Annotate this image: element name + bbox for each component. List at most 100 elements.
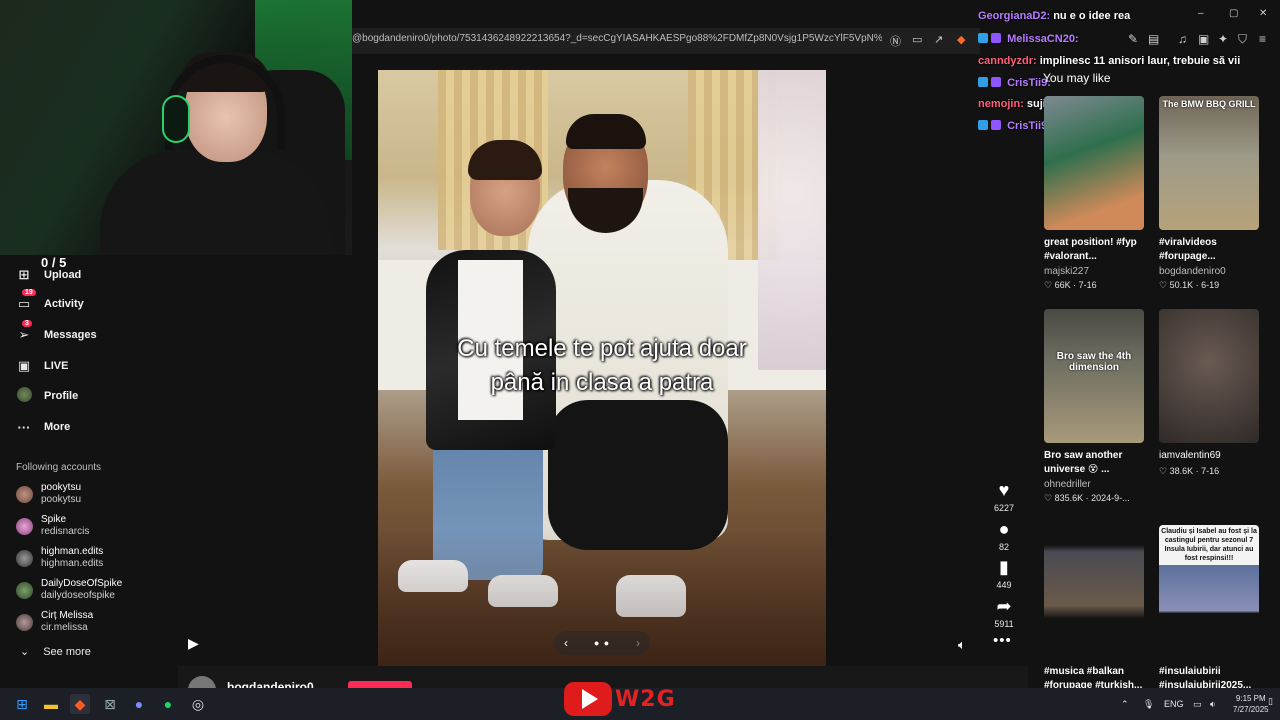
- recommended-video-card[interactable]: The BMW BBQ GRILL #viralvideos #forupage.…: [1159, 96, 1259, 291]
- chat-message: nemojin: suji?: [978, 98, 1053, 110]
- music-icon[interactable]: ♫: [1178, 32, 1187, 46]
- video-thumbnail: [1044, 96, 1144, 230]
- sidebar-item-more[interactable]: ··· More: [16, 416, 71, 438]
- wallet-icon[interactable]: ▣: [1198, 32, 1209, 46]
- obs-icon[interactable]: ◎: [188, 694, 208, 714]
- card-author[interactable]: ohnedriller: [1044, 479, 1144, 490]
- sidebar-item-live[interactable]: ▣ LIVE: [16, 355, 69, 377]
- recommended-video-card[interactable]: #musica #balkan #forupage #turkish...: [1044, 525, 1144, 693]
- sidebar-toggle-icon[interactable]: ▤: [1148, 32, 1159, 46]
- sidebar-item-activity[interactable]: ▭ 19 Activity: [16, 289, 84, 315]
- sidebar-item-label: Messages: [44, 329, 97, 341]
- share-icon[interactable]: ↗: [934, 33, 943, 46]
- brave-browser-icon[interactable]: ◆: [70, 694, 90, 714]
- url-text[interactable]: @bogdandeniro0/photo/7531436248922213654…: [352, 33, 882, 44]
- see-more-button[interactable]: ⌄ See more: [20, 645, 91, 659]
- video-player[interactable]: Cu temele te pot ajuta doar până in clas…: [378, 70, 826, 666]
- share-count: 5911: [994, 619, 1014, 629]
- video-thumbnail: [1044, 525, 1144, 659]
- comment-button[interactable]: ● 82: [988, 519, 1020, 552]
- following-item[interactable]: DailyDoseOfSpike dailydoseofspike: [16, 576, 122, 604]
- like-count: 6227: [993, 503, 1015, 513]
- heart-outline-icon: ♡: [1159, 466, 1168, 476]
- following-item[interactable]: pookytsu pookytsu: [16, 480, 81, 508]
- account-name: Cirț Melissa: [41, 610, 94, 621]
- tray-chevron-icon[interactable]: ⌃: [1121, 699, 1129, 710]
- translate-icon[interactable]: Ⓝ: [890, 33, 901, 49]
- caption-line: până in clasa a patra: [490, 369, 714, 396]
- photo-carousel-nav: ‹ ● ● ›: [554, 631, 650, 655]
- taskbar-clock[interactable]: 9:15 PM 7/27/2025: [1233, 693, 1269, 715]
- extensions-icon[interactable]: ✎: [1128, 32, 1138, 46]
- more-dots-icon: ···: [17, 419, 31, 435]
- discord-icon[interactable]: ●: [129, 694, 149, 714]
- brave-shield-icon[interactable]: ◆: [957, 33, 965, 46]
- sidebar-item-upload[interactable]: ⊞ Upload: [16, 264, 82, 286]
- cast-icon[interactable]: ▭: [912, 33, 922, 46]
- minimize-button[interactable]: –: [1198, 8, 1204, 19]
- card-title: #viralvideos: [1159, 237, 1217, 248]
- recommended-video-card[interactable]: Claudiu și Isabel au fost și la castingu…: [1159, 525, 1259, 693]
- chat-user: GeorgianaD2:: [978, 10, 1051, 22]
- following-item[interactable]: Spike redisnarcis: [16, 512, 89, 540]
- more-options-icon[interactable]: •••: [993, 632, 1012, 649]
- file-explorer-icon[interactable]: ▬: [41, 694, 61, 714]
- network-icon[interactable]: ▭: [1193, 699, 1202, 710]
- chat-user: canndyzdr:: [978, 55, 1037, 67]
- sidebar-item-label: Activity: [44, 298, 84, 310]
- next-photo-button[interactable]: ›: [636, 636, 640, 650]
- card-author[interactable]: majski227: [1044, 266, 1144, 277]
- leo-ai-icon[interactable]: ✦: [1218, 32, 1228, 46]
- volume-icon[interactable]: 🔈︎: [958, 637, 966, 653]
- following-accounts-title: Following accounts: [16, 462, 102, 473]
- recommended-video-card[interactable]: Bro saw the 4th dimension Bro saw anothe…: [1044, 309, 1144, 504]
- save-button[interactable]: ▮ 449: [988, 557, 1020, 590]
- chat-message: canndyzdr: implinesc 11 anisori laur, tr…: [978, 55, 1240, 67]
- account-name: highman.edits: [41, 546, 104, 557]
- like-button[interactable]: ♥ 6227: [988, 480, 1020, 513]
- sub-badge-icon: [991, 120, 1001, 130]
- account-name: Spike: [41, 514, 67, 525]
- close-window-button[interactable]: ✕: [1259, 8, 1267, 19]
- live-tv-icon: ▣: [17, 358, 31, 373]
- following-item[interactable]: Cirț Melissa cir.melissa: [16, 608, 93, 636]
- comment-bubble-icon: ●: [998, 519, 1010, 539]
- sidebar-item-label: Upload: [44, 269, 82, 281]
- menu-icon[interactable]: ≡: [1259, 32, 1266, 46]
- share-button[interactable]: ➦ 5911: [988, 596, 1020, 629]
- card-title: #musica #balkan: [1044, 666, 1125, 677]
- language-indicator[interactable]: ENG: [1164, 699, 1184, 709]
- account-handle: highman.edits: [41, 558, 104, 569]
- avatar: [16, 549, 33, 567]
- speaker-icon[interactable]: 🔉︎: [1210, 699, 1216, 710]
- microphone-icon[interactable]: 🎙︎: [1143, 699, 1154, 710]
- video-thumbnail: Claudiu și Isabel au fost și la castingu…: [1159, 525, 1259, 659]
- share-arrow-icon: ➦: [996, 596, 1012, 616]
- sidebar-item-messages[interactable]: ➢ 3 Messages: [16, 320, 97, 346]
- account-name: pookytsu: [41, 482, 82, 493]
- chat-message: CrisTii9:: [978, 77, 1051, 89]
- chat-message: CrisTii9:: [978, 120, 1051, 132]
- spotify-icon[interactable]: ●: [158, 694, 178, 714]
- sidebar-item-profile[interactable]: Profile: [16, 385, 78, 407]
- recommended-video-card[interactable]: great position! #fyp #valorant... majski2…: [1044, 96, 1144, 291]
- recommended-video-card[interactable]: iamvalentin69 ♡ 38.6K · 7-16: [1159, 309, 1259, 477]
- thumbnail-text: Bro saw the 4th dimension: [1056, 351, 1132, 373]
- card-title: great position! #fyp: [1044, 237, 1137, 248]
- play-icon[interactable]: ▶: [188, 635, 199, 652]
- vpn-shield-icon[interactable]: ⛉: [1238, 32, 1247, 47]
- sub-badge-icon: [991, 77, 1001, 87]
- sidebar-item-label: Profile: [44, 390, 79, 402]
- notification-icon[interactable]: ▯: [1268, 696, 1273, 707]
- follow-button[interactable]: [348, 681, 412, 688]
- card-title: #insulaiubirii: [1159, 666, 1221, 677]
- thumbnail-text: The BMW BBQ GRILL: [1162, 99, 1256, 109]
- prev-photo-button[interactable]: ‹: [564, 636, 568, 650]
- card-author[interactable]: bogdandeniro0: [1159, 266, 1259, 277]
- video-thumbnail: Bro saw the 4th dimension: [1044, 309, 1144, 443]
- app-icon[interactable]: ⊠: [100, 694, 120, 714]
- windows-start-icon[interactable]: ⊞: [12, 694, 32, 714]
- save-count: 449: [996, 580, 1012, 590]
- following-item[interactable]: highman.edits highman.edits: [16, 544, 103, 572]
- maximize-button[interactable]: ▢: [1229, 8, 1238, 19]
